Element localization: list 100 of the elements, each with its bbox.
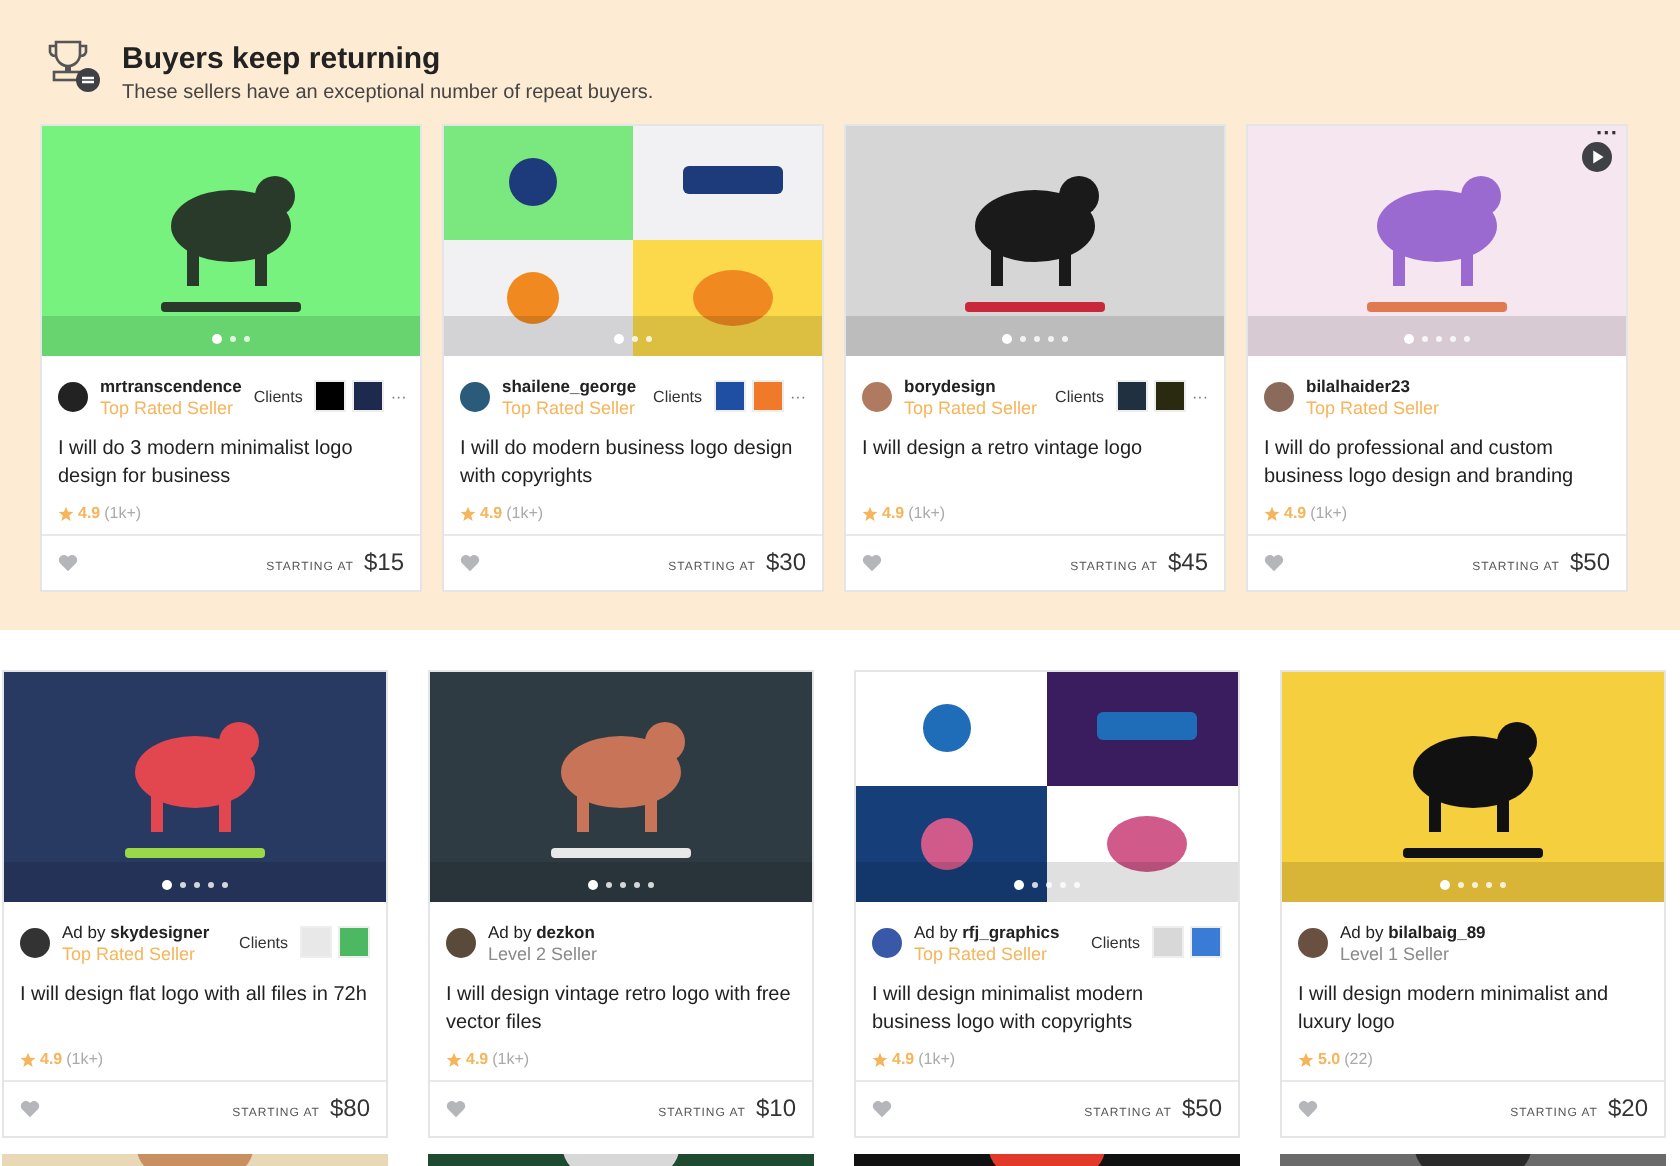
heart-icon[interactable] [1298, 1099, 1318, 1117]
rating-score: 4.9 [882, 504, 905, 522]
avatar[interactable] [1298, 927, 1328, 957]
carousel-dot[interactable] [1014, 880, 1024, 890]
seller-level: Top Rated Seller [502, 397, 638, 417]
carousel-dot[interactable] [1062, 336, 1068, 342]
carousel-dot[interactable] [1048, 336, 1054, 342]
gig-title[interactable]: I will design minimalist modern business logo with copyrights [856, 970, 1238, 1042]
rating-score: 4.9 [40, 1050, 63, 1068]
gig-title[interactable]: I will do professional and custom business logo design and branding [1248, 424, 1626, 496]
gig-title[interactable]: I will do 3 modern minimalist logo design for business [42, 424, 420, 496]
play-icon[interactable] [1582, 142, 1612, 172]
carousel-dot[interactable] [230, 336, 236, 342]
carousel-dot[interactable] [606, 882, 612, 888]
clients-label: Clients [653, 387, 702, 405]
price: $30 [765, 548, 806, 576]
rating-score: 5.0 [1318, 1050, 1341, 1068]
carousel-dot[interactable] [648, 882, 654, 888]
heart-icon[interactable] [446, 1099, 466, 1117]
price: $80 [329, 1094, 370, 1122]
star-icon [1298, 1051, 1314, 1067]
heart-icon[interactable] [460, 553, 480, 571]
avatar[interactable] [872, 927, 902, 957]
carousel-dot[interactable] [208, 882, 214, 888]
seller-level: Top Rated Seller [1306, 397, 1442, 417]
carousel-dot[interactable] [1002, 334, 1012, 344]
carousel-dot[interactable] [1458, 882, 1464, 888]
carousel-dot[interactable] [194, 882, 200, 888]
avatar[interactable] [20, 927, 50, 957]
carousel-dot[interactable] [1422, 336, 1428, 342]
carousel-dot[interactable] [1486, 882, 1492, 888]
seller-name[interactable]: mrtranscendence [100, 375, 242, 397]
clients-label: Clients [1055, 387, 1104, 405]
seller-name[interactable]: borydesign [904, 375, 1044, 397]
heart-icon[interactable] [872, 1099, 892, 1117]
gig-title[interactable]: I will do modern business logo design with copyrights [444, 424, 822, 496]
clients-label: Clients [253, 387, 303, 405]
carousel-dot[interactable] [1404, 334, 1414, 344]
carousel-dot[interactable] [1020, 336, 1026, 342]
seller-name[interactable]: bilalhaider23 [1306, 375, 1610, 397]
carousel-dot[interactable] [212, 334, 222, 344]
seller-name[interactable]: Ad by rfj_graphics [914, 921, 1080, 943]
carousel-dot[interactable] [614, 334, 624, 344]
seller-level: Level 2 Seller [488, 943, 600, 963]
more-clients[interactable]: ··· [390, 387, 407, 405]
heart-icon[interactable] [20, 1099, 40, 1117]
section-title: Buyers keep returning [122, 42, 443, 76]
star-icon [20, 1051, 36, 1067]
rating-score: 4.9 [892, 1050, 915, 1068]
heart-icon[interactable] [862, 553, 882, 571]
carousel-dot[interactable] [1500, 882, 1506, 888]
more-clients[interactable]: ··· [1192, 387, 1208, 405]
avatar[interactable] [460, 381, 490, 411]
carousel-dot[interactable] [646, 336, 652, 342]
gig-title[interactable]: I will design a retro vintage logo [846, 424, 1224, 496]
carousel-dot[interactable] [1436, 336, 1442, 342]
avatar[interactable] [58, 381, 88, 411]
seller-level: Top Rated Seller [100, 397, 236, 417]
carousel-dot[interactable] [1472, 882, 1478, 888]
price: $50 [1181, 1094, 1222, 1122]
seller-name[interactable]: Ad by dezkon [488, 921, 796, 943]
carousel-dot[interactable] [588, 880, 598, 890]
review-count: (1k+) [66, 1050, 104, 1068]
gig-title[interactable]: I will design modern minimalist and luxury logo [1282, 970, 1664, 1042]
more-clients[interactable]: ··· [790, 387, 806, 405]
seller-name[interactable]: Ad by bilalbaig_89 [1340, 921, 1648, 943]
seller-level: Top Rated Seller [914, 943, 1050, 963]
carousel-dot[interactable] [1440, 880, 1450, 890]
seller-level: Top Rated Seller [904, 397, 1040, 417]
price: $15 [363, 548, 404, 576]
rating-score: 4.9 [466, 1050, 489, 1068]
heart-icon[interactable] [58, 553, 78, 571]
carousel-dot[interactable] [620, 882, 626, 888]
carousel-dot[interactable] [1034, 336, 1040, 342]
seller-level: Level 1 Seller [1340, 943, 1452, 963]
carousel-dot[interactable] [244, 336, 250, 342]
carousel-dot[interactable] [1032, 882, 1038, 888]
seller-name[interactable]: shailene_george [502, 375, 642, 397]
carousel-dot[interactable] [162, 880, 172, 890]
carousel-dot[interactable] [1464, 336, 1470, 342]
gig-title[interactable]: I will design flat logo with all files in 72h [4, 970, 386, 1042]
price: $45 [1167, 548, 1208, 576]
star-icon [58, 505, 74, 521]
seller-name[interactable]: Ad by skydesigner [62, 921, 228, 943]
carousel-dot[interactable] [634, 882, 640, 888]
rating-score: 4.9 [78, 504, 101, 522]
avatar[interactable] [446, 927, 476, 957]
price: $20 [1607, 1094, 1648, 1122]
review-count: (1k+) [1310, 504, 1348, 522]
gig-title[interactable]: I will design vintage retro logo with free vector files [430, 970, 812, 1042]
carousel-dot[interactable] [632, 336, 638, 342]
review-count: (1k+) [908, 504, 946, 522]
star-icon [862, 505, 878, 521]
carousel-dot[interactable] [180, 882, 186, 888]
carousel-dot[interactable] [222, 882, 228, 888]
rating-score: 4.9 [1284, 504, 1307, 522]
heart-icon[interactable] [1264, 553, 1284, 571]
more-menu[interactable]: ··· [1596, 126, 1618, 146]
star-icon [1264, 505, 1280, 521]
carousel-dot[interactable] [1450, 336, 1456, 342]
